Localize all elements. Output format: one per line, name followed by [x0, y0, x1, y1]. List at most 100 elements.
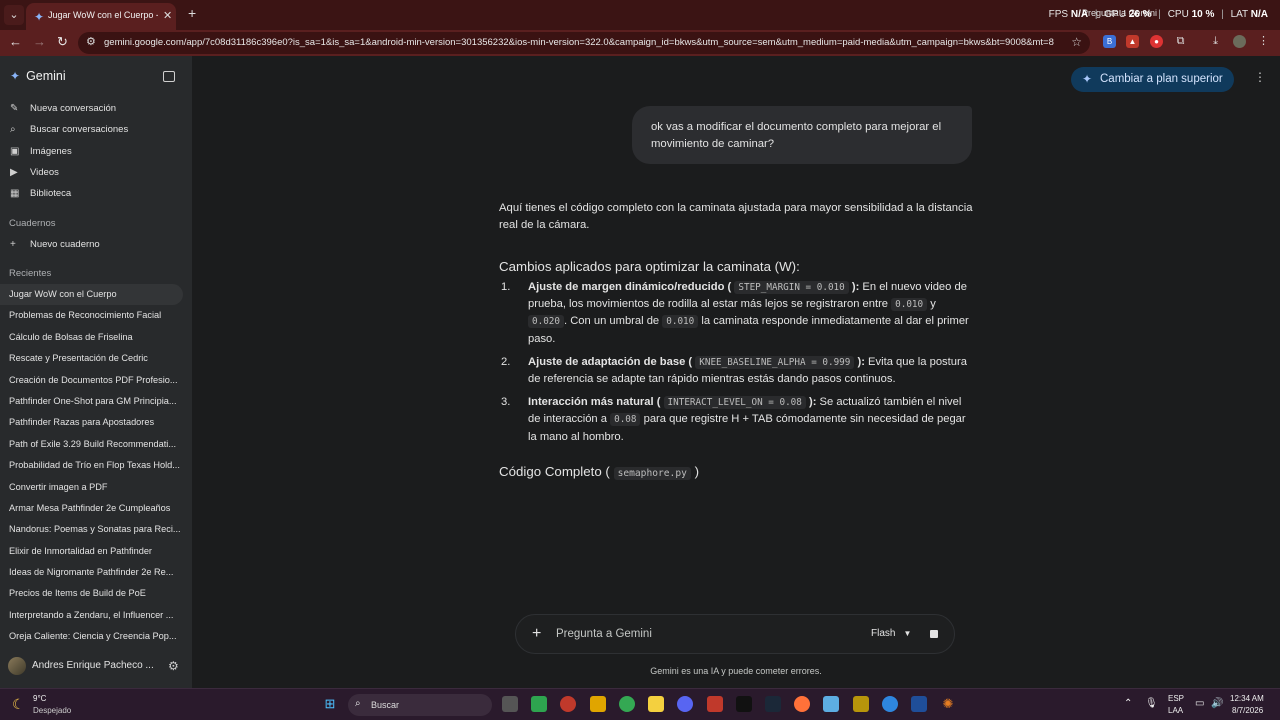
- chevron-down-icon: ▼: [903, 629, 912, 638]
- settings-gear-icon[interactable]: ⚙: [168, 659, 179, 673]
- app-green-icon[interactable]: [531, 696, 547, 712]
- recent-item[interactable]: Probabilidad de Trío en Flop Texas Hold.…: [0, 455, 183, 476]
- extension-blue-icon[interactable]: B: [1103, 35, 1116, 48]
- recent-item[interactable]: Ideas de Nigromante Pathfinder 2e Re...: [0, 562, 183, 583]
- weather-temp[interactable]: 9°C: [33, 694, 46, 703]
- avatar[interactable]: [8, 657, 26, 675]
- back-arrow-icon[interactable]: ←: [9, 34, 22, 49]
- fps-value: N/A: [1070, 9, 1089, 20]
- new-conversation-button[interactable]: ✎ Nueva conversación: [10, 103, 116, 114]
- recent-item[interactable]: Elixir de Inmortalidad en Pathfinder: [0, 541, 183, 562]
- chrome-icon[interactable]: [619, 696, 635, 712]
- tab-title: Jugar WoW con el Cuerpo - Gemini: [48, 10, 158, 20]
- reload-icon[interactable]: ↻: [57, 34, 68, 50]
- images-button[interactable]: ▣ Imágenes: [10, 146, 72, 157]
- forward-arrow-icon[interactable]: →: [33, 34, 46, 49]
- edit-icon: ✎: [10, 103, 19, 114]
- gemini-brand[interactable]: ✦ Gemini: [10, 69, 66, 83]
- recent-item[interactable]: Convertir imagen a PDF: [0, 477, 183, 498]
- item-title: Interacción más natural (: [528, 396, 661, 409]
- model-response: Aquí tienes el código completo con la ca…: [499, 200, 975, 480]
- nav-label: Nuevo cuaderno: [30, 239, 100, 250]
- app-blue-icon[interactable]: [882, 696, 898, 712]
- profile-avatar-icon[interactable]: [1233, 35, 1246, 48]
- prompt-input[interactable]: [556, 625, 836, 643]
- extensions-puzzle-icon[interactable]: ⧉: [1174, 35, 1187, 48]
- keyboard-layout[interactable]: LAA: [1168, 706, 1183, 715]
- language-code[interactable]: ESP: [1168, 694, 1184, 703]
- code-heading-end: ): [694, 463, 700, 479]
- account-row[interactable]: Andres Enrique Pacheco ... ⚙: [8, 657, 184, 677]
- item-text: . Con un umbral de: [564, 315, 663, 328]
- videos-button[interactable]: ▶ Videos: [10, 167, 59, 178]
- clock-date[interactable]: 8/7/2026: [1232, 706, 1263, 715]
- app-red-circle-icon[interactable]: [560, 696, 576, 712]
- chat-main: ✦ Cambiar a plan superior ⋮ ok vas a mod…: [192, 56, 1280, 688]
- file-explorer-icon[interactable]: [590, 696, 606, 712]
- library-button[interactable]: ▦ Biblioteca: [10, 188, 71, 199]
- stop-generation-icon[interactable]: [930, 630, 938, 638]
- item-title: Ajuste de margen dinámico/reducido (: [528, 281, 732, 293]
- recent-item[interactable]: Armar Mesa Pathfinder 2e Cumpleaños: [0, 498, 183, 519]
- extension-fox-icon[interactable]: ▲: [1126, 35, 1139, 48]
- model-selector[interactable]: Flash ▼: [871, 628, 911, 639]
- list-item: 2. Ajuste de adaptación de base ( KNEE_B…: [499, 354, 975, 387]
- steam-icon[interactable]: [765, 696, 781, 712]
- tab-close-icon[interactable]: ✕: [163, 9, 172, 22]
- game-app-icon[interactable]: [853, 696, 869, 712]
- code-heading-text: Código Completo (: [499, 463, 610, 479]
- recent-item[interactable]: Nandorus: Poemas y Sonatas para Reci...: [0, 519, 183, 540]
- new-notebook-button[interactable]: + Nuevo cuaderno: [10, 239, 100, 250]
- recent-item[interactable]: Interpretando a Zendaru, el Influencer .…: [0, 605, 183, 626]
- more-options-icon[interactable]: ⋮: [1254, 70, 1266, 84]
- upgrade-plan-button[interactable]: ✦ Cambiar a plan superior: [1071, 67, 1234, 92]
- search-conversations-button[interactable]: ⌕ Buscar conversaciones: [10, 124, 128, 135]
- recent-item[interactable]: Oreja Caliente: Ciencia y Creencia Pop..…: [0, 626, 183, 647]
- network-icon[interactable]: ▭: [1195, 698, 1204, 709]
- new-tab-plus-icon[interactable]: +: [188, 5, 196, 21]
- inline-code: INTERACT_LEVEL_ON = 0.08: [663, 396, 806, 410]
- url-text[interactable]: gemini.google.com/app/7c08d31186c396e0?i…: [104, 37, 1054, 48]
- windows-start-icon[interactable]: ⊞: [322, 696, 338, 712]
- sticky-notes-icon[interactable]: [648, 696, 664, 712]
- recent-item[interactable]: Creación de Documentos PDF Profesio...: [0, 370, 183, 391]
- app-red-icon[interactable]: [707, 696, 723, 712]
- recent-item-active[interactable]: Jugar WoW con el Cuerpo: [0, 284, 183, 306]
- recent-item[interactable]: Rescate y Presentación de Cedric: [0, 348, 183, 369]
- address-bar[interactable]: ⚙ gemini.google.com/app/7c08d31186c396e0…: [78, 32, 1090, 54]
- recent-item[interactable]: Problemas de Reconocimiento Facial: [0, 305, 183, 326]
- extension-red-icon[interactable]: ●: [1150, 35, 1163, 48]
- task-view-icon[interactable]: [502, 696, 518, 712]
- volume-icon[interactable]: 🔊: [1211, 698, 1223, 709]
- moon-weather-icon[interactable]: ☾: [12, 696, 25, 713]
- microphone-icon[interactable]: 🎙: [1145, 698, 1158, 709]
- tray-chevron-up-icon[interactable]: ⌃: [1124, 698, 1132, 709]
- taskbar-search[interactable]: ⌕ Buscar: [348, 694, 492, 716]
- browser-menu-icon[interactable]: ⋮: [1257, 35, 1270, 48]
- bookmark-star-icon[interactable]: ☆: [1071, 35, 1082, 49]
- add-attachment-plus-icon[interactable]: +: [532, 625, 541, 643]
- notepad-icon[interactable]: [823, 696, 839, 712]
- recent-item[interactable]: Path of Exile 3.29 Build Recommendati...: [0, 434, 183, 455]
- powershell-icon[interactable]: [911, 696, 927, 712]
- notebooks-section-label: Cuadernos: [9, 218, 56, 229]
- firefox-icon[interactable]: [794, 696, 810, 712]
- sparkle-icon: ✦: [1082, 72, 1093, 86]
- browser-tab-active[interactable]: ✦ Jugar WoW con el Cuerpo - Gemini ✕: [26, 3, 176, 30]
- plus-icon: +: [10, 239, 16, 250]
- collapse-sidebar-icon[interactable]: [163, 71, 175, 82]
- clock-time[interactable]: 12:34 AM: [1230, 694, 1264, 703]
- recent-item[interactable]: Cálculo de Bolsas de Friselina: [0, 327, 183, 348]
- prompt-composer: + Flash ▼: [515, 614, 955, 654]
- download-icon[interactable]: ⤓: [1209, 35, 1222, 48]
- recent-item[interactable]: Precios de Items de Build de PoE: [0, 583, 183, 604]
- app-sun-icon[interactable]: ✺: [940, 696, 956, 712]
- site-info-icon[interactable]: ⚙: [86, 35, 96, 48]
- recent-item[interactable]: Pathfinder One-Shot para GM Principia...: [0, 391, 183, 412]
- response-intro: Aquí tienes el código completo con la ca…: [499, 202, 973, 231]
- discord-icon[interactable]: [677, 696, 693, 712]
- tab-search-chevron-icon[interactable]: ⌄: [4, 5, 24, 25]
- capcut-icon[interactable]: [736, 696, 752, 712]
- recent-item[interactable]: Pathfinder Razas para Apostadores: [0, 412, 183, 433]
- weather-desc[interactable]: Despejado: [33, 706, 71, 715]
